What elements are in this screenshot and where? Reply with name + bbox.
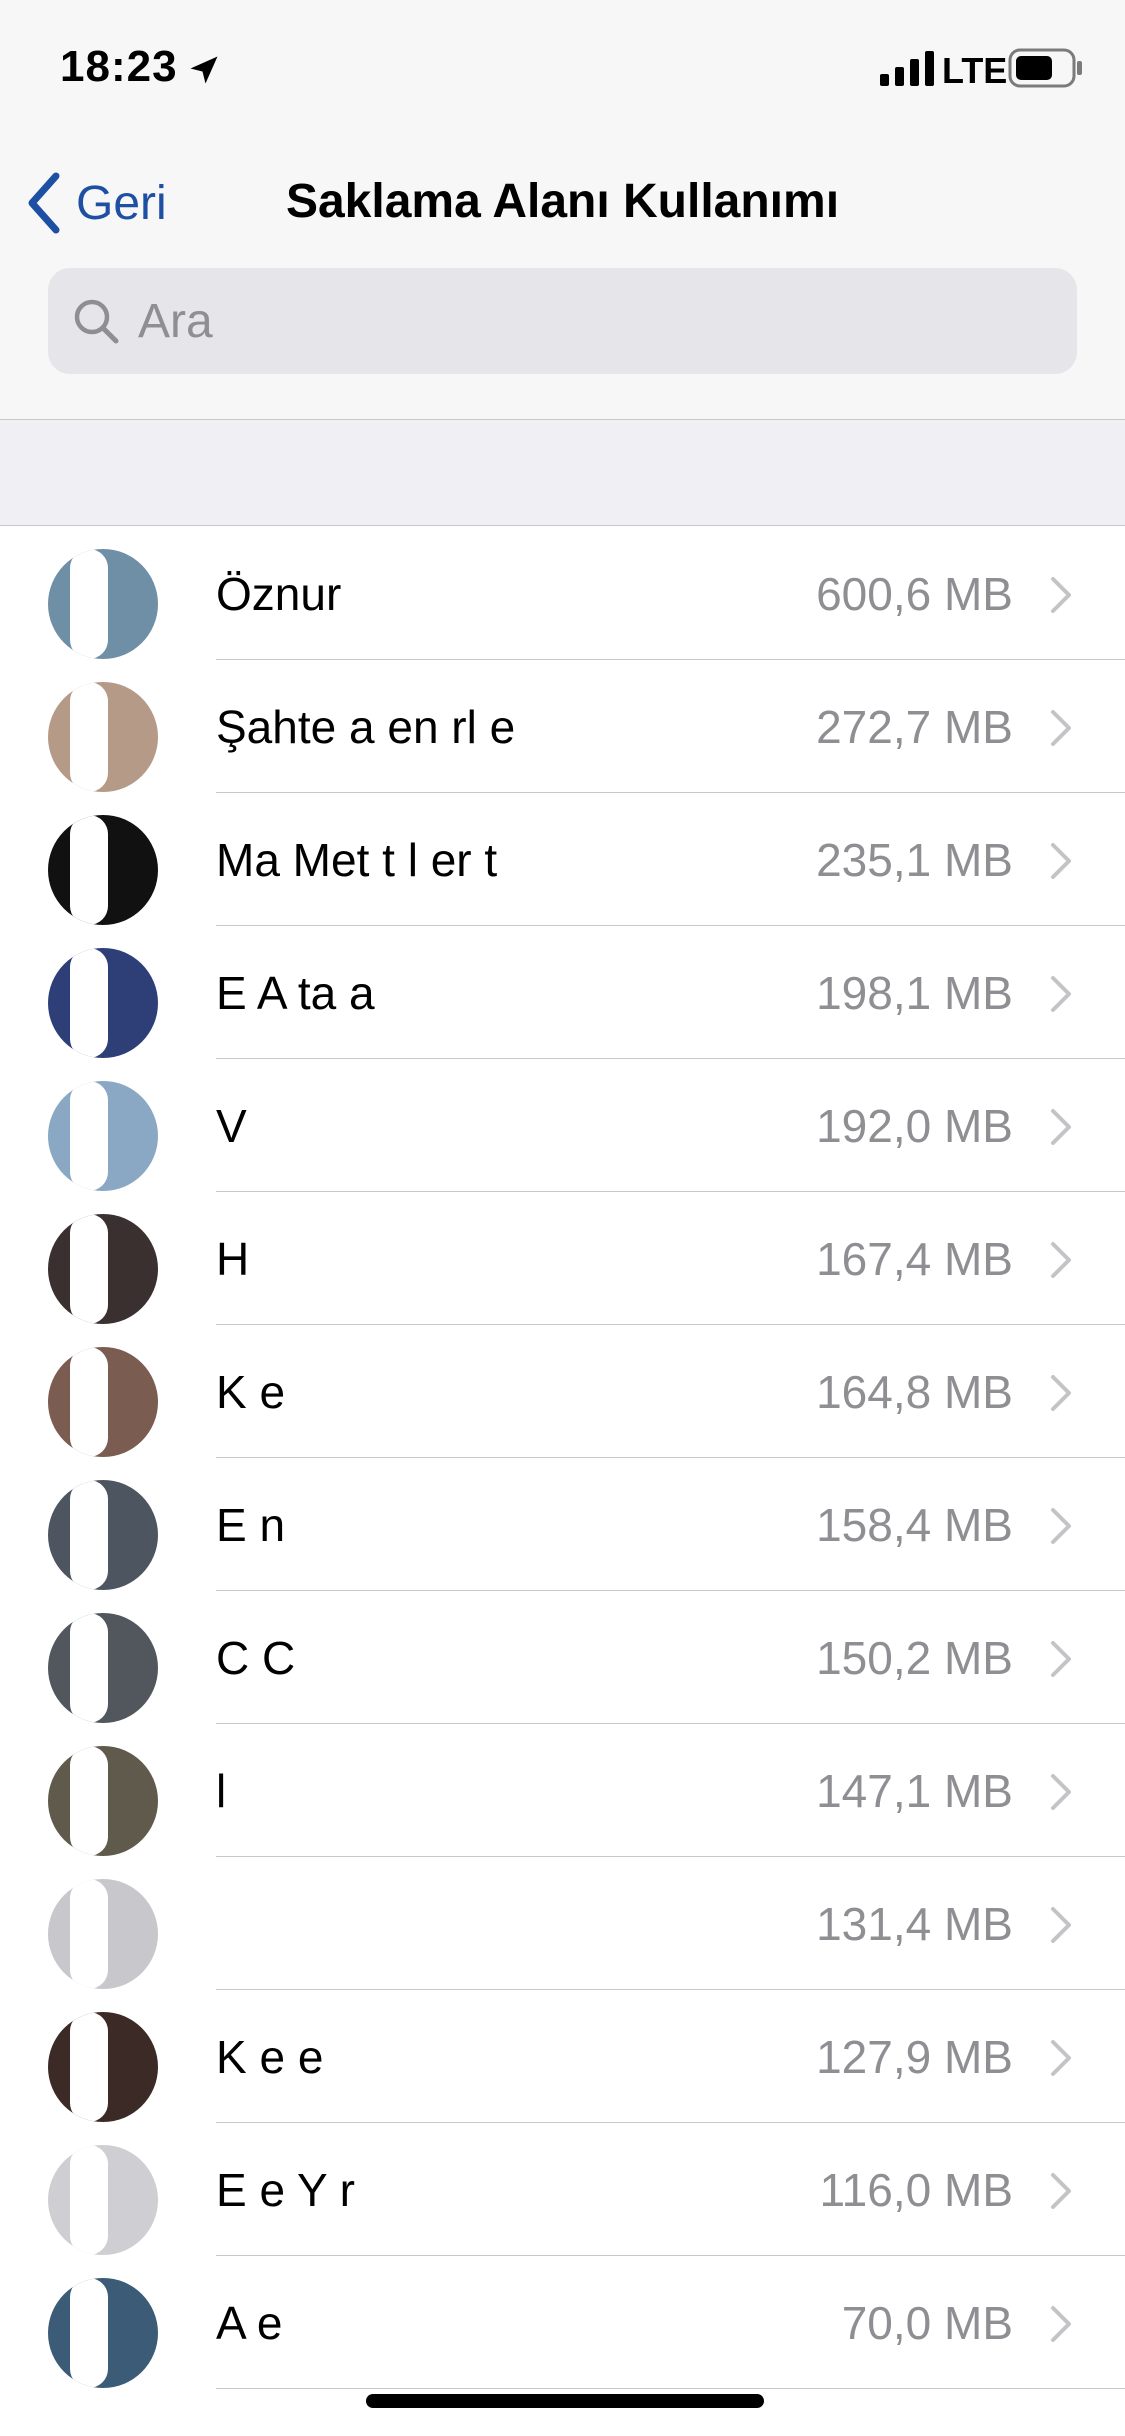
avatar — [48, 1214, 158, 1324]
chevron-right-icon — [1051, 1109, 1071, 1145]
chevron-right-icon — [1051, 1242, 1071, 1278]
contact-name: Şahte a en rl e — [216, 701, 516, 753]
avatar — [48, 1480, 158, 1590]
storage-size: 158,4 MB — [816, 1499, 1013, 1551]
chevron-right-icon — [1051, 2173, 1071, 2209]
section-spacer — [0, 420, 1125, 526]
contact-row[interactable]: H 167,4 MB — [0, 1192, 1125, 1325]
contact-row[interactable]: 131,4 MB — [0, 1857, 1125, 1990]
chevron-right-icon — [1051, 1508, 1071, 1544]
location-arrow-icon — [190, 56, 218, 84]
storage-size: 131,4 MB — [816, 1898, 1013, 1950]
contact-storage-list: Öznur 600,6 MB Şahte a en rl e 272,7 MB Ma M… — [0, 527, 1125, 2389]
storage-size: 150,2 MB — [816, 1632, 1013, 1684]
contact-row[interactable]: A e 70,0 MB — [0, 2256, 1125, 2389]
search-bar[interactable] — [48, 268, 1077, 374]
storage-size: 127,9 MB — [816, 2031, 1013, 2083]
chevron-right-icon — [1051, 577, 1071, 613]
contact-row[interactable]: Ma Met t l er t 235,1 MB — [0, 793, 1125, 926]
contact-row[interactable]: E e Y r 116,0 MB — [0, 2123, 1125, 2256]
search-icon — [74, 299, 119, 344]
storage-usage-screen: 18:23 LTE Geri Saklama Alanı Kullanımı A… — [0, 0, 1125, 2436]
contact-name: l — [216, 1765, 227, 1817]
network-type: LTE — [942, 50, 1008, 91]
contact-row[interactable]: K e 164,8 MB — [0, 1325, 1125, 1458]
chevron-right-icon — [1051, 1641, 1071, 1677]
contact-name: K e — [216, 1366, 286, 1418]
contact-row[interactable]: Öznur 600,6 MB — [0, 527, 1125, 660]
contact-row[interactable]: V 192,0 MB — [0, 1059, 1125, 1192]
avatar — [48, 2012, 158, 2122]
contact-row[interactable]: K e e 127,9 MB — [0, 1990, 1125, 2123]
contact-name: Ma Met t l er t — [216, 834, 498, 886]
storage-size: 116,0 MB — [819, 2164, 1013, 2216]
contact-name: E A ta a — [216, 967, 375, 1019]
battery-icon — [1008, 48, 1082, 88]
avatar — [48, 1081, 158, 1191]
avatar — [48, 1879, 158, 1989]
storage-size: 600,6 MB — [816, 568, 1013, 620]
avatar — [48, 1746, 158, 1856]
chevron-right-icon — [1051, 976, 1071, 1012]
chevron-right-icon — [1051, 1774, 1071, 1810]
storage-size: 198,1 MB — [816, 967, 1013, 1019]
storage-size: 70,0 MB — [841, 2297, 1013, 2349]
avatar — [48, 948, 158, 1058]
storage-size: 192,0 MB — [816, 1100, 1013, 1152]
storage-size: 167,4 MB — [816, 1233, 1013, 1285]
contact-row[interactable]: Şahte a en rl e 272,7 MB — [0, 660, 1125, 793]
contact-name: V — [216, 1100, 247, 1152]
contact-name: H — [216, 1233, 250, 1285]
storage-size: 235,1 MB — [816, 834, 1013, 886]
contact-name: E e Y r — [216, 2164, 355, 2216]
avatar — [48, 2145, 158, 2255]
contact-name: K e e — [216, 2031, 324, 2083]
avatar — [48, 1347, 158, 1457]
chevron-right-icon — [1051, 1375, 1071, 1411]
chevron-right-icon — [1051, 710, 1071, 746]
contact-name: C C — [216, 1632, 296, 1684]
contact-row[interactable]: l 147,1 MB — [0, 1724, 1125, 1857]
chevron-right-icon — [1051, 843, 1071, 879]
avatar — [48, 815, 158, 925]
chevron-right-icon — [1051, 1907, 1071, 1943]
avatar — [48, 2278, 158, 2388]
home-indicator[interactable] — [366, 2394, 764, 2408]
cellular-signal-icon — [880, 51, 934, 86]
contact-name: E n — [216, 1499, 286, 1551]
status-time: 18:23 — [60, 42, 178, 91]
status-bar: 18:23 LTE — [0, 0, 1125, 132]
contact-row[interactable]: C C 150,2 MB — [0, 1591, 1125, 1724]
contact-row[interactable]: E A ta a 198,1 MB — [0, 926, 1125, 1059]
page-title: Saklama Alanı Kullanımı — [285, 175, 840, 228]
contact-name: A e — [216, 2297, 283, 2349]
storage-size: 147,1 MB — [816, 1765, 1013, 1817]
avatar — [48, 1613, 158, 1723]
search-input[interactable] — [138, 293, 1038, 349]
chevron-right-icon — [1051, 2040, 1071, 2076]
avatar — [48, 549, 158, 659]
chevron-right-icon — [1051, 2306, 1071, 2342]
storage-size: 272,7 MB — [816, 701, 1013, 753]
avatar — [48, 682, 158, 792]
contact-name: Öznur — [216, 568, 342, 620]
top-area: 18:23 LTE Geri Saklama Alanı Kullanımı A… — [0, 0, 1125, 420]
navigation-bar: Geri Saklama Alanı Kullanımı — [0, 150, 1125, 250]
contact-row[interactable]: E n 158,4 MB — [0, 1458, 1125, 1591]
storage-size: 164,8 MB — [816, 1366, 1013, 1418]
